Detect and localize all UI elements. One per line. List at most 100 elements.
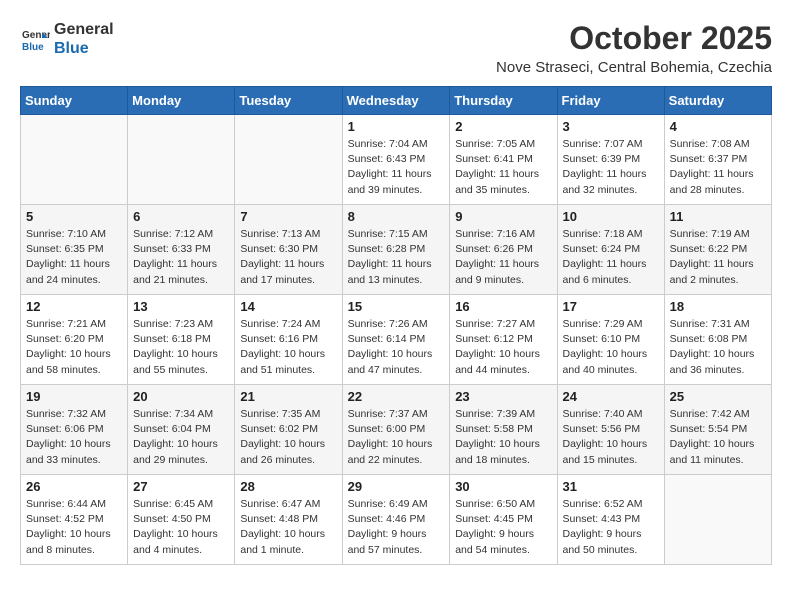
day-info: Sunrise: 7:42 AM Sunset: 5:54 PM Dayligh… bbox=[670, 407, 766, 468]
month-title: October 2025 bbox=[496, 20, 772, 57]
week-row-5: 26Sunrise: 6:44 AM Sunset: 4:52 PM Dayli… bbox=[21, 475, 772, 565]
day-header-tuesday: Tuesday bbox=[235, 87, 342, 115]
day-info: Sunrise: 7:12 AM Sunset: 6:33 PM Dayligh… bbox=[133, 227, 229, 288]
day-number: 31 bbox=[563, 479, 659, 494]
calendar-cell: 21Sunrise: 7:35 AM Sunset: 6:02 PM Dayli… bbox=[235, 385, 342, 475]
calendar-cell: 1Sunrise: 7:04 AM Sunset: 6:43 PM Daylig… bbox=[342, 115, 450, 205]
calendar-cell: 29 Sunrise: 6:49 AM Sunset: 4:46 PM Dayli… bbox=[342, 475, 450, 565]
day-header-sunday: Sunday bbox=[21, 87, 128, 115]
day-info: Sunrise: 7:34 AM Sunset: 6:04 PM Dayligh… bbox=[133, 407, 229, 468]
day-number: 21 bbox=[240, 389, 336, 404]
day-info: Sunrise: 7:07 AM Sunset: 6:39 PM Dayligh… bbox=[563, 137, 659, 198]
day-number: 2 bbox=[455, 119, 551, 134]
day-header-monday: Monday bbox=[128, 87, 235, 115]
calendar-cell: 3 Sunrise: 7:07 AM Sunset: 6:39 PM Daylig… bbox=[557, 115, 664, 205]
day-number: 18 bbox=[670, 299, 766, 314]
day-number: 22 bbox=[348, 389, 445, 404]
day-info: Sunrise: 7:16 AM Sunset: 6:26 PM Dayligh… bbox=[455, 227, 551, 288]
week-row-1: 1Sunrise: 7:04 AM Sunset: 6:43 PM Daylig… bbox=[21, 115, 772, 205]
svg-text:General: General bbox=[22, 30, 50, 41]
calendar-cell: 5Sunrise: 7:10 AM Sunset: 6:35 PM Daylig… bbox=[21, 205, 128, 295]
logo-icon: General Blue bbox=[20, 24, 50, 54]
day-info: Sunrise: 6:49 AM Sunset: 4:46 PM Dayligh… bbox=[348, 497, 445, 558]
day-info: Sunrise: 7:08 AM Sunset: 6:37 PM Dayligh… bbox=[670, 137, 766, 198]
logo: General Blue General Blue bbox=[20, 20, 114, 58]
day-number: 8 bbox=[348, 209, 445, 224]
calendar-cell: 12Sunrise: 7:21 AM Sunset: 6:20 PM Dayli… bbox=[21, 295, 128, 385]
calendar-cell: 7 Sunrise: 7:13 AM Sunset: 6:30 PM Daylig… bbox=[235, 205, 342, 295]
day-number: 15 bbox=[348, 299, 445, 314]
calendar-cell: 14Sunrise: 7:24 AM Sunset: 6:16 PM Dayli… bbox=[235, 295, 342, 385]
day-number: 6 bbox=[133, 209, 229, 224]
day-number: 26 bbox=[26, 479, 122, 494]
calendar-cell: 27 Sunrise: 6:45 AM Sunset: 4:50 PM Dayli… bbox=[128, 475, 235, 565]
calendar-cell bbox=[128, 115, 235, 205]
day-info: Sunrise: 7:15 AM Sunset: 6:28 PM Dayligh… bbox=[348, 227, 445, 288]
calendar-cell: 25Sunrise: 7:42 AM Sunset: 5:54 PM Dayli… bbox=[664, 385, 771, 475]
day-info: Sunrise: 7:31 AM Sunset: 6:08 PM Dayligh… bbox=[670, 317, 766, 378]
calendar-cell: 28 Sunrise: 6:47 AM Sunset: 4:48 PM Dayli… bbox=[235, 475, 342, 565]
day-info: Sunrise: 7:32 AM Sunset: 6:06 PM Dayligh… bbox=[26, 407, 122, 468]
day-number: 10 bbox=[563, 209, 659, 224]
day-number: 27 bbox=[133, 479, 229, 494]
calendar-cell: 22 Sunrise: 7:37 AM Sunset: 6:00 PM Dayli… bbox=[342, 385, 450, 475]
calendar-cell bbox=[664, 475, 771, 565]
day-info: Sunrise: 7:13 AM Sunset: 6:30 PM Dayligh… bbox=[240, 227, 336, 288]
day-info: Sunrise: 6:50 AM Sunset: 4:45 PM Dayligh… bbox=[455, 497, 551, 558]
day-header-thursday: Thursday bbox=[450, 87, 557, 115]
calendar-cell: 11Sunrise: 7:19 AM Sunset: 6:22 PM Dayli… bbox=[664, 205, 771, 295]
calendar-cell: 26Sunrise: 6:44 AM Sunset: 4:52 PM Dayli… bbox=[21, 475, 128, 565]
day-info: Sunrise: 7:26 AM Sunset: 6:14 PM Dayligh… bbox=[348, 317, 445, 378]
day-number: 4 bbox=[670, 119, 766, 134]
calendar-body: 1Sunrise: 7:04 AM Sunset: 6:43 PM Daylig… bbox=[21, 115, 772, 565]
logo-line1: General bbox=[54, 20, 114, 39]
day-number: 20 bbox=[133, 389, 229, 404]
calendar-header-row: SundayMondayTuesdayWednesdayThursdayFrid… bbox=[21, 87, 772, 115]
day-number: 29 bbox=[348, 479, 445, 494]
day-number: 3 bbox=[563, 119, 659, 134]
day-number: 5 bbox=[26, 209, 122, 224]
day-info: Sunrise: 7:05 AM Sunset: 6:41 PM Dayligh… bbox=[455, 137, 551, 198]
location: Nove Straseci, Central Bohemia, Czechia bbox=[496, 59, 772, 76]
day-number: 13 bbox=[133, 299, 229, 314]
day-info: Sunrise: 7:24 AM Sunset: 6:16 PM Dayligh… bbox=[240, 317, 336, 378]
day-number: 17 bbox=[563, 299, 659, 314]
day-info: Sunrise: 6:47 AM Sunset: 4:48 PM Dayligh… bbox=[240, 497, 336, 558]
day-number: 1 bbox=[348, 119, 445, 134]
day-info: Sunrise: 6:45 AM Sunset: 4:50 PM Dayligh… bbox=[133, 497, 229, 558]
day-info: Sunrise: 7:40 AM Sunset: 5:56 PM Dayligh… bbox=[563, 407, 659, 468]
calendar-cell: 9 Sunrise: 7:16 AM Sunset: 6:26 PM Daylig… bbox=[450, 205, 557, 295]
calendar-cell bbox=[21, 115, 128, 205]
day-header-friday: Friday bbox=[557, 87, 664, 115]
calendar-cell: 24 Sunrise: 7:40 AM Sunset: 5:56 PM Dayli… bbox=[557, 385, 664, 475]
day-header-saturday: Saturday bbox=[664, 87, 771, 115]
calendar-cell: 2 Sunrise: 7:05 AM Sunset: 6:41 PM Daylig… bbox=[450, 115, 557, 205]
day-number: 9 bbox=[455, 209, 551, 224]
day-number: 30 bbox=[455, 479, 551, 494]
calendar-cell: 13 Sunrise: 7:23 AM Sunset: 6:18 PM Dayli… bbox=[128, 295, 235, 385]
day-number: 24 bbox=[563, 389, 659, 404]
calendar-table: SundayMondayTuesdayWednesdayThursdayFrid… bbox=[20, 86, 772, 565]
week-row-4: 19 Sunrise: 7:32 AM Sunset: 6:06 PM Dayli… bbox=[21, 385, 772, 475]
week-row-3: 12Sunrise: 7:21 AM Sunset: 6:20 PM Dayli… bbox=[21, 295, 772, 385]
day-number: 16 bbox=[455, 299, 551, 314]
day-info: Sunrise: 7:37 AM Sunset: 6:00 PM Dayligh… bbox=[348, 407, 445, 468]
day-header-wednesday: Wednesday bbox=[342, 87, 450, 115]
logo-line2: Blue bbox=[54, 39, 114, 58]
calendar-cell bbox=[235, 115, 342, 205]
calendar-cell: 20 Sunrise: 7:34 AM Sunset: 6:04 PM Dayli… bbox=[128, 385, 235, 475]
week-row-2: 5Sunrise: 7:10 AM Sunset: 6:35 PM Daylig… bbox=[21, 205, 772, 295]
calendar-cell: 4 Sunrise: 7:08 AM Sunset: 6:37 PM Daylig… bbox=[664, 115, 771, 205]
calendar-cell: 19 Sunrise: 7:32 AM Sunset: 6:06 PM Dayli… bbox=[21, 385, 128, 475]
day-number: 7 bbox=[240, 209, 336, 224]
day-info: Sunrise: 7:39 AM Sunset: 5:58 PM Dayligh… bbox=[455, 407, 551, 468]
day-number: 19 bbox=[26, 389, 122, 404]
calendar-cell: 18 Sunrise: 7:31 AM Sunset: 6:08 PM Dayli… bbox=[664, 295, 771, 385]
calendar-cell: 31Sunrise: 6:52 AM Sunset: 4:43 PM Dayli… bbox=[557, 475, 664, 565]
day-number: 28 bbox=[240, 479, 336, 494]
calendar-cell: 15 Sunrise: 7:26 AM Sunset: 6:14 PM Dayli… bbox=[342, 295, 450, 385]
day-number: 23 bbox=[455, 389, 551, 404]
day-number: 12 bbox=[26, 299, 122, 314]
title-block: October 2025 Nove Straseci, Central Bohe… bbox=[496, 20, 772, 76]
day-info: Sunrise: 7:23 AM Sunset: 6:18 PM Dayligh… bbox=[133, 317, 229, 378]
